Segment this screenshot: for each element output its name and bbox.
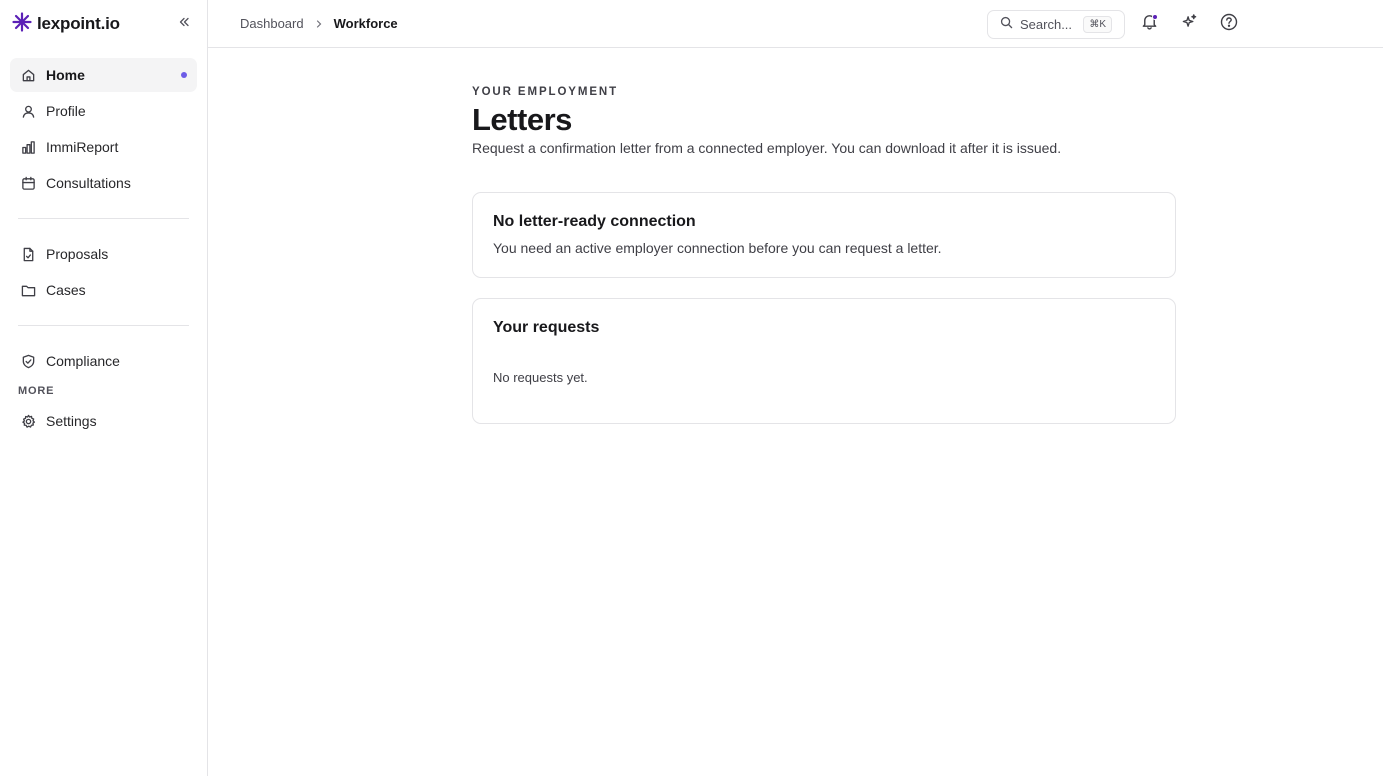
help-button[interactable] xyxy=(1217,12,1241,36)
help-circle-icon xyxy=(1220,13,1238,36)
sidebar-item-label: Profile xyxy=(46,103,86,119)
sparkles-icon xyxy=(1181,13,1198,35)
sidebar-item-settings[interactable]: Settings xyxy=(10,404,197,438)
sidebar-item-label: ImmiReport xyxy=(46,139,119,155)
breadcrumb-workforce: Workforce xyxy=(333,16,398,31)
bar-chart-icon xyxy=(20,139,36,155)
connection-status-card: No letter-ready connection You need an a… xyxy=(472,192,1176,278)
page-title: Letters xyxy=(472,102,572,137)
breadcrumb-dashboard[interactable]: Dashboard xyxy=(240,16,304,31)
collapse-sidebar-button[interactable] xyxy=(174,14,194,34)
notification-dot xyxy=(1152,14,1158,20)
breadcrumb: Dashboard Workforce xyxy=(240,0,398,47)
brand-logo[interactable]: lexpoint.io xyxy=(12,11,120,37)
search-placeholder: Search... xyxy=(1020,17,1073,32)
search-input[interactable]: Search... ⌘K xyxy=(987,10,1125,39)
sidebar-item-proposals[interactable]: Proposals xyxy=(10,237,197,271)
sidebar-item-profile[interactable]: Profile xyxy=(10,94,197,128)
sidebar-divider xyxy=(18,325,189,326)
card-title: Your requests xyxy=(493,319,600,336)
sidebar-item-compliance[interactable]: Compliance xyxy=(10,344,197,378)
chevrons-left-icon xyxy=(178,15,190,33)
card-description: You need an active employer connection b… xyxy=(493,240,942,256)
sidebar-item-cases[interactable]: Cases xyxy=(10,273,197,307)
sidebar-divider xyxy=(18,218,189,219)
empty-state-text: No requests yet. xyxy=(493,370,588,385)
gear-icon xyxy=(20,413,36,429)
notifications-button[interactable] xyxy=(1137,12,1161,36)
page-subtitle: Request a confirmation letter from a con… xyxy=(472,140,1062,156)
sidebar: lexpoint.io Home Profile ImmiReport Cons… xyxy=(0,0,208,776)
sidebar-item-label: Proposals xyxy=(46,246,109,262)
file-icon xyxy=(20,246,36,262)
card-title: No letter-ready connection xyxy=(493,213,696,230)
sidebar-item-label: Settings xyxy=(46,413,97,429)
sidebar-item-label: Compliance xyxy=(46,353,120,369)
sidebar-item-label: Cases xyxy=(46,282,86,298)
search-shortcut-badge: ⌘K xyxy=(1083,16,1112,33)
sidebar-item-home[interactable]: Home xyxy=(10,58,197,92)
active-indicator-dot xyxy=(181,72,187,78)
sidebar-item-consultations[interactable]: Consultations xyxy=(10,166,197,200)
ai-assistant-button[interactable] xyxy=(1177,12,1201,36)
sidebar-item-immireport[interactable]: ImmiReport xyxy=(10,130,197,164)
user-icon xyxy=(20,103,36,119)
page-eyebrow: YOUR EMPLOYMENT xyxy=(472,86,619,98)
calendar-icon xyxy=(20,175,36,191)
shield-check-icon xyxy=(20,353,36,369)
brand-name: lexpoint.io xyxy=(37,14,120,33)
sidebar-nav: Home Profile ImmiReport Consultations Pr… xyxy=(10,58,197,440)
home-icon xyxy=(20,67,36,83)
sidebar-item-label: Consultations xyxy=(46,175,131,191)
sidebar-item-label: Home xyxy=(46,67,85,83)
requests-card: Your requests No requests yet. xyxy=(472,298,1176,424)
asterisk-logo-icon xyxy=(12,11,32,37)
folder-icon xyxy=(20,282,36,298)
chevron-right-icon xyxy=(314,19,324,29)
top-bar: Dashboard Workforce Search... ⌘K xyxy=(208,0,1383,48)
search-icon xyxy=(1000,16,1013,34)
sidebar-section-more: MORE xyxy=(18,385,55,397)
